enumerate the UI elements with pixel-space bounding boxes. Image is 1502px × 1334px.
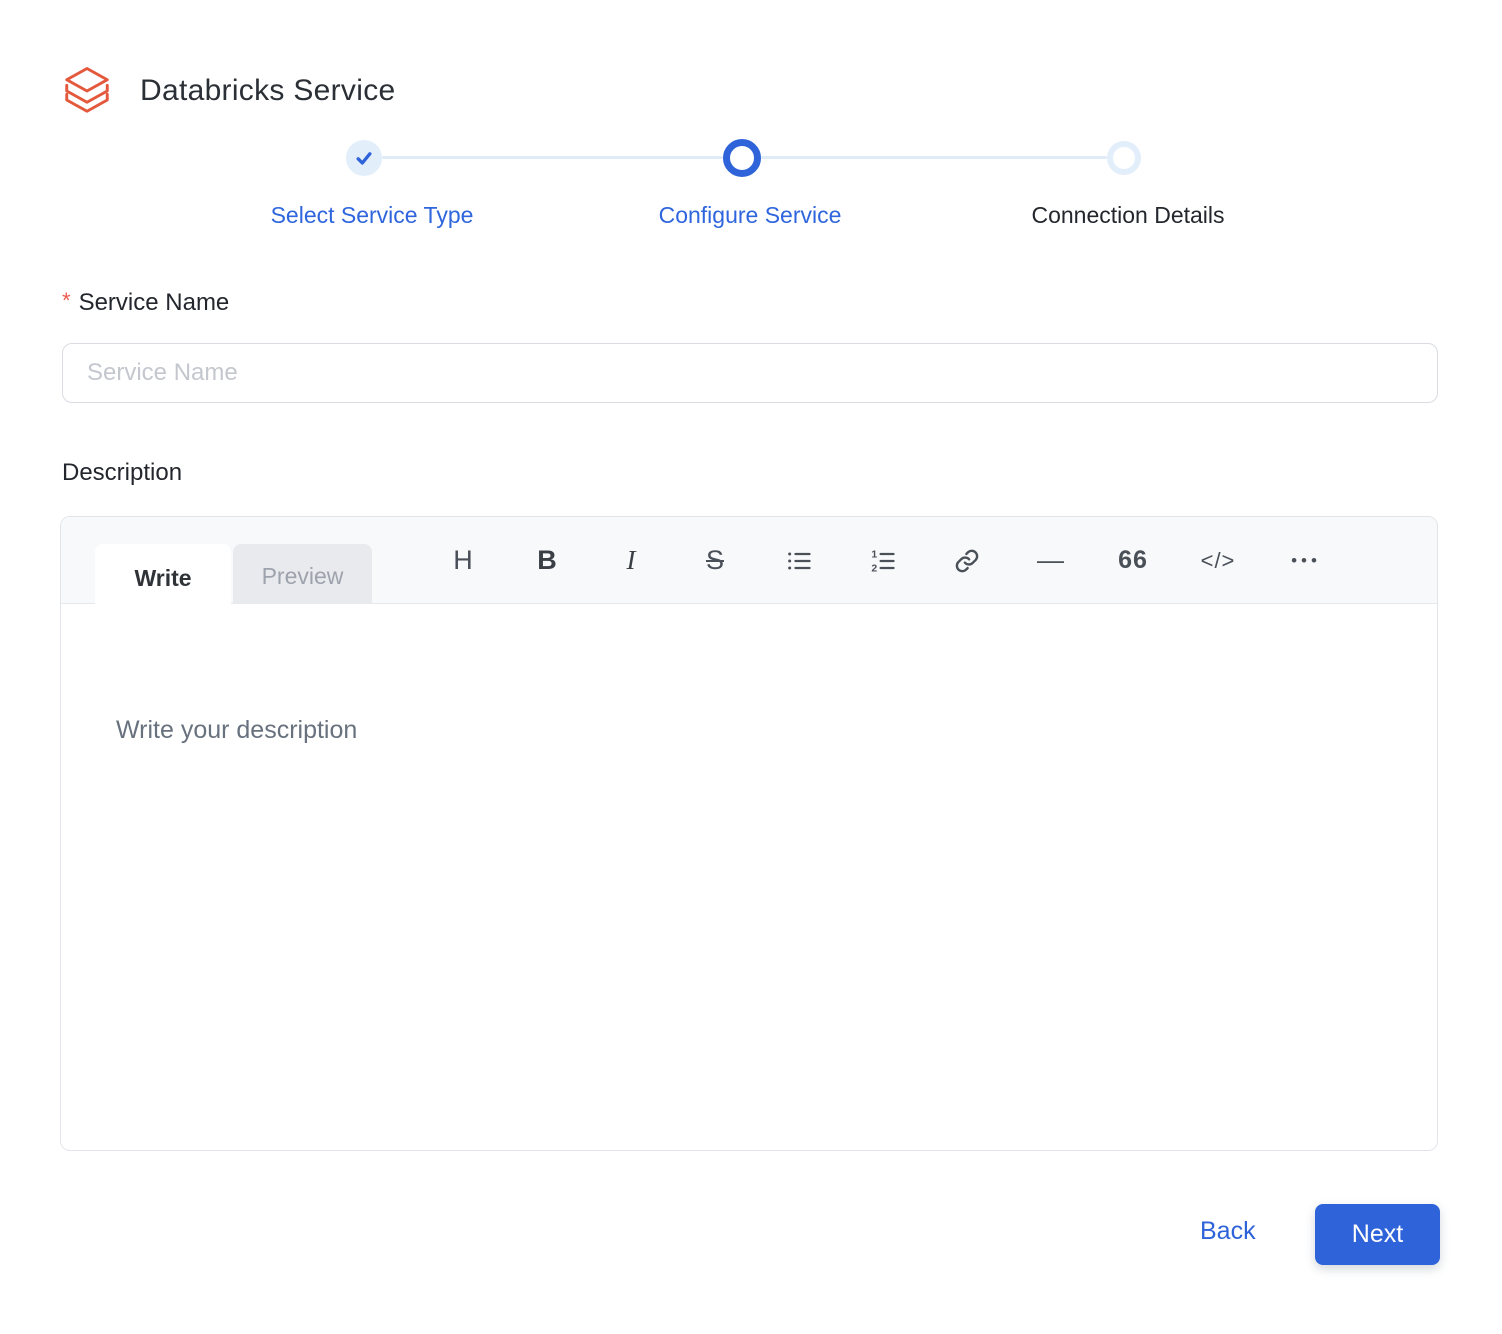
quote-icon: 66 xyxy=(1118,546,1148,574)
service-name-input[interactable] xyxy=(62,343,1438,403)
next-button[interactable]: Next xyxy=(1315,1204,1440,1265)
more-options-button[interactable]: ••• xyxy=(1276,517,1332,604)
bold-icon: B xyxy=(537,545,557,575)
bulleted-list-button[interactable] xyxy=(771,517,827,604)
code-icon: </> xyxy=(1200,547,1236,573)
databricks-logo-icon xyxy=(65,67,109,113)
strikethrough-button[interactable]: S xyxy=(687,517,743,604)
description-textarea[interactable]: Write your description xyxy=(61,604,1437,1150)
step-label-connection-details[interactable]: Connection Details xyxy=(1031,202,1224,229)
numbered-list-button[interactable]: 1 2 xyxy=(855,517,911,604)
page-title: Databricks Service xyxy=(140,74,396,107)
strikethrough-icon: S xyxy=(705,545,724,575)
description-placeholder: Write your description xyxy=(116,716,358,744)
code-button[interactable]: </> xyxy=(1190,517,1246,604)
service-name-label: * Service Name xyxy=(62,288,229,317)
bold-button[interactable]: B xyxy=(519,517,575,604)
bulleted-list-icon xyxy=(788,551,811,570)
editor-toolbar: Write Preview H B I S 1 2 — 66 </> ••• xyxy=(61,517,1437,612)
tab-preview[interactable]: Preview xyxy=(233,544,372,608)
back-button[interactable]: Back xyxy=(1200,1217,1256,1246)
italic-icon: I xyxy=(626,545,636,575)
step-completed-circle[interactable] xyxy=(346,140,382,176)
tab-write[interactable]: Write xyxy=(95,544,231,612)
link-button[interactable] xyxy=(939,517,995,604)
service-name-label-text: Service Name xyxy=(78,289,230,316)
stepper-connector-2 xyxy=(761,156,1107,159)
required-asterisk: * xyxy=(62,288,71,313)
description-editor: Write Preview H B I S 1 2 — 66 </> ••• W… xyxy=(60,516,1438,1151)
link-icon xyxy=(955,549,979,572)
step-active-circle[interactable] xyxy=(723,139,761,177)
step-upcoming-circle[interactable] xyxy=(1107,141,1141,175)
stepper-connector-1 xyxy=(382,156,723,159)
horizontal-rule-button[interactable]: — xyxy=(1022,517,1078,604)
italic-button[interactable]: I xyxy=(603,517,659,604)
svg-text:2: 2 xyxy=(871,562,877,574)
svg-text:1: 1 xyxy=(871,548,877,560)
more-options-icon: ••• xyxy=(1291,550,1321,570)
quote-button[interactable]: 66 xyxy=(1105,517,1161,604)
step-label-select-service-type[interactable]: Select Service Type xyxy=(271,202,474,229)
description-label: Description xyxy=(62,459,183,486)
step-label-configure-service[interactable]: Configure Service xyxy=(659,202,842,229)
numbered-list-icon: 1 2 xyxy=(871,548,895,574)
check-icon xyxy=(356,152,372,165)
heading-icon: H xyxy=(453,545,473,575)
heading-button[interactable]: H xyxy=(435,517,491,604)
horizontal-rule-icon: — xyxy=(1037,545,1064,575)
databricks-service-wizard: Databricks Service Select Service Type C… xyxy=(0,0,1502,1334)
